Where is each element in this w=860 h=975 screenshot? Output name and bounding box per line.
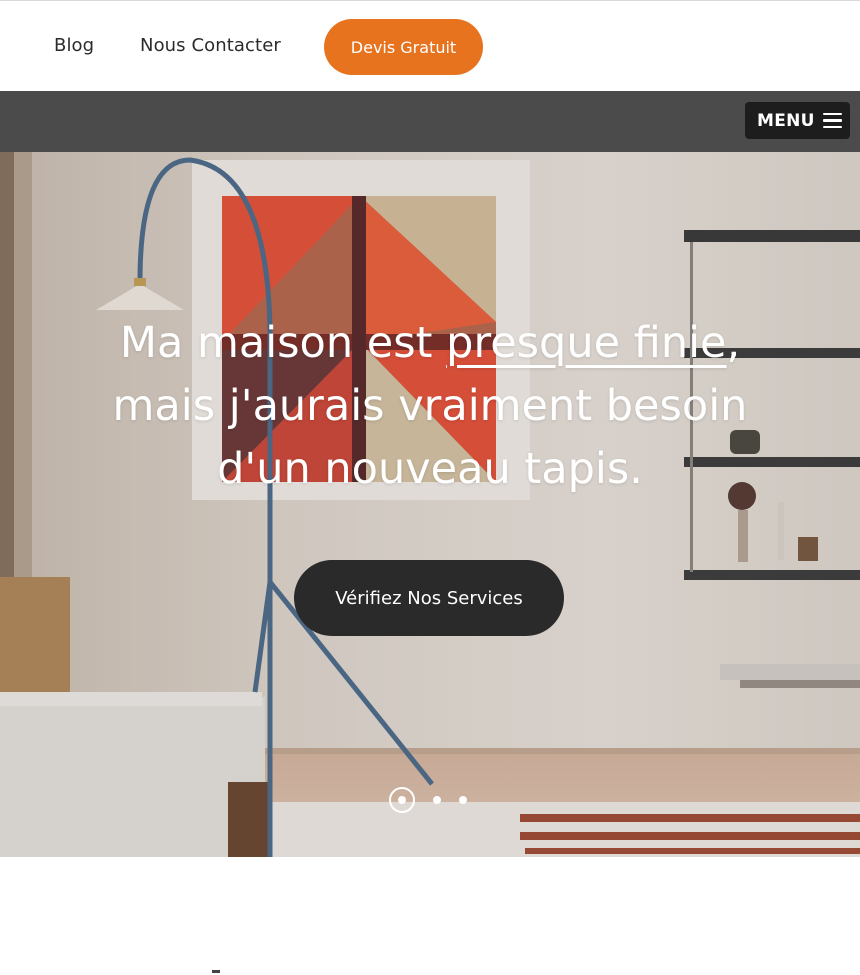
slide-dot-1-active[interactable]: [389, 787, 415, 813]
hero-title-part1: Ma maison est: [119, 318, 447, 368]
slide-dot-2[interactable]: [433, 796, 441, 804]
nav-link-blog[interactable]: Blog: [54, 35, 94, 56]
partial-content-mark: [212, 970, 220, 973]
nav-link-contact[interactable]: Nous Contacter: [140, 35, 281, 56]
hero-title-link[interactable]: presque finie: [446, 318, 726, 368]
hero-title-line3: d'un nouveau tapis.: [217, 444, 643, 494]
hero-title-line2: mais j'aurais vraiment besoin: [112, 381, 748, 431]
hero-heading: Ma maison est presque finie, mais j'aura…: [60, 312, 800, 501]
free-quote-button[interactable]: Devis Gratuit: [324, 19, 483, 75]
content-section: [0, 857, 860, 975]
hero-slider: Ma maison est presque finie, mais j'aura…: [0, 152, 860, 857]
hero-title-part2: ,: [726, 318, 741, 368]
check-services-button[interactable]: Vérifiez Nos Services: [294, 560, 564, 636]
top-navigation: Blog Nous Contacter Devis Gratuit: [0, 1, 860, 91]
slide-dot-3[interactable]: [459, 796, 467, 804]
hamburger-icon: [822, 112, 842, 129]
menu-button[interactable]: MENU: [745, 102, 850, 139]
slider-pagination: [389, 787, 467, 813]
menu-bar: MENU: [0, 91, 860, 152]
menu-label: MENU: [757, 110, 815, 131]
hero-background-image: [0, 152, 860, 857]
